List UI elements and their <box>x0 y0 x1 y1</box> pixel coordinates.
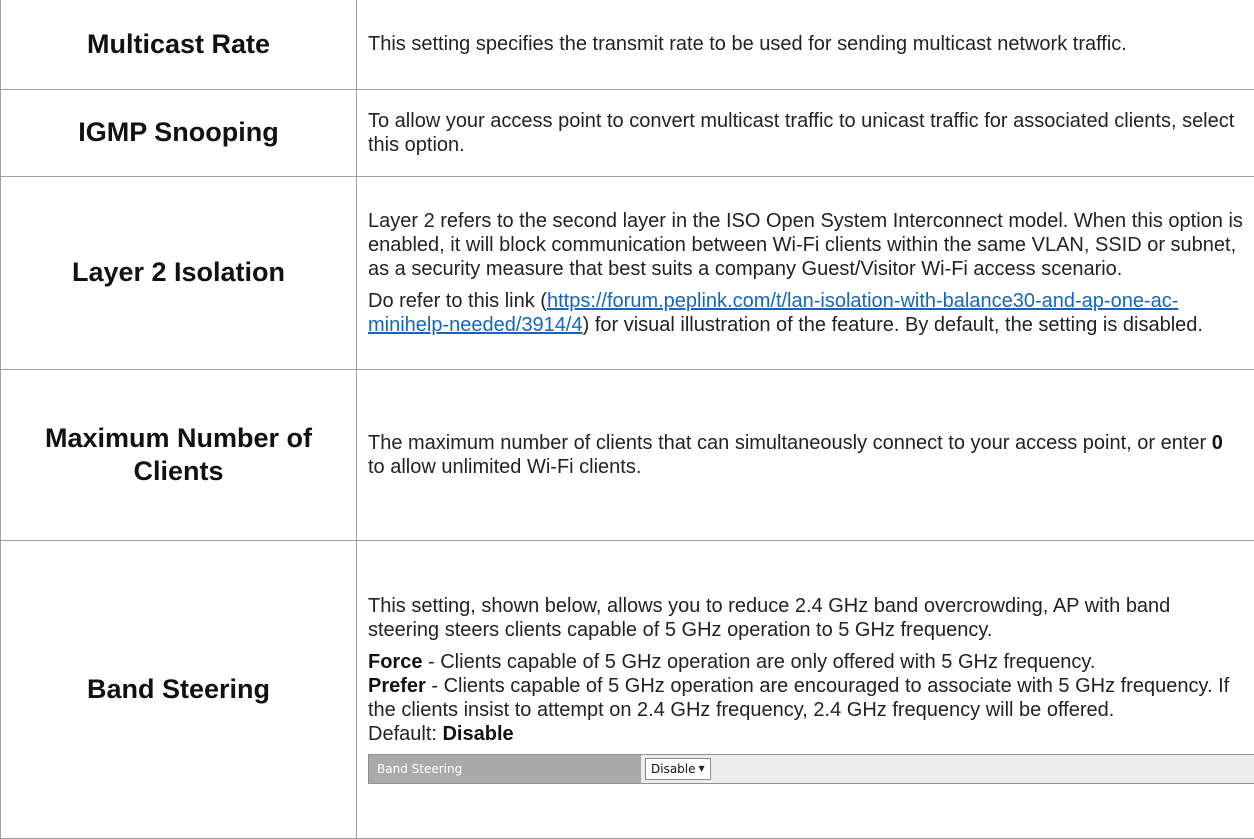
desc-band-steering: This setting, shown below, allows you to… <box>356 539 1254 839</box>
band-steering-form-screenshot: Band Steering Disable ▼ <box>368 754 1254 784</box>
row-band-steering: Band Steering This setting, shown below,… <box>0 539 1254 839</box>
desc-text: This setting specifies the transmit rate… <box>368 33 1127 56</box>
desc-options: Force - Clients capable of 5 GHz operati… <box>368 650 1244 746</box>
form-value-cell: Disable ▼ <box>641 755 1254 783</box>
row-max-clients: Maximum Number of Clients The maximum nu… <box>0 368 1254 541</box>
desc-max-clients: The maximum number of clients that can s… <box>356 368 1254 541</box>
text-after-link: ) for visual illustration of the feature… <box>582 313 1203 336</box>
term-igmp-snooping: IGMP Snooping <box>0 88 357 177</box>
prefer-label: Prefer <box>368 675 426 697</box>
desc-text: To allow your access point to convert mu… <box>368 109 1235 156</box>
select-value: Disable <box>651 762 696 776</box>
desc-paragraph: Layer 2 refers to the second layer in th… <box>368 209 1243 280</box>
force-text: - Clients capable of 5 GHz operation are… <box>422 651 1096 673</box>
row-multicast-rate: Multicast Rate This setting specifies th… <box>0 0 1254 90</box>
desc-text-part: to allow unlimited Wi-Fi clients. <box>368 455 642 478</box>
desc-layer2-isolation: Layer 2 refers to the second layer in th… <box>356 175 1254 370</box>
desc-igmp-snooping: To allow your access point to convert mu… <box>356 88 1254 177</box>
term-layer2-isolation: Layer 2 Isolation <box>0 175 357 370</box>
row-layer2-isolation: Layer 2 Isolation Layer 2 refers to the … <box>0 175 1254 370</box>
text-before-link: Do refer to this link ( <box>368 289 547 312</box>
desc-paragraph: This setting, shown below, allows you to… <box>368 595 1171 641</box>
dropdown-caret-icon: ▼ <box>698 764 705 773</box>
force-label: Force <box>368 651 423 673</box>
desc-multicast-rate: This setting specifies the transmit rate… <box>356 0 1254 90</box>
settings-table: Multicast Rate This setting specifies th… <box>0 0 1254 839</box>
desc-paragraph-link: Do refer to this link (https://forum.pep… <box>368 289 1244 337</box>
term-band-steering: Band Steering <box>0 539 357 839</box>
desc-text-part: The maximum number of clients that can s… <box>368 431 1212 454</box>
default-label: Default: <box>368 723 443 745</box>
row-igmp-snooping: IGMP Snooping To allow your access point… <box>0 88 1254 177</box>
bold-zero: 0 <box>1211 431 1223 454</box>
band-steering-select[interactable]: Disable ▼ <box>645 758 711 780</box>
default-value: Disable <box>442 723 514 745</box>
term-max-clients: Maximum Number of Clients <box>0 368 357 541</box>
term-multicast-rate: Multicast Rate <box>0 0 357 90</box>
desc-text: The maximum number of clients that can s… <box>368 431 1244 479</box>
form-label: Band Steering <box>369 755 641 783</box>
prefer-text: - Clients capable of 5 GHz operation are… <box>368 675 1230 721</box>
